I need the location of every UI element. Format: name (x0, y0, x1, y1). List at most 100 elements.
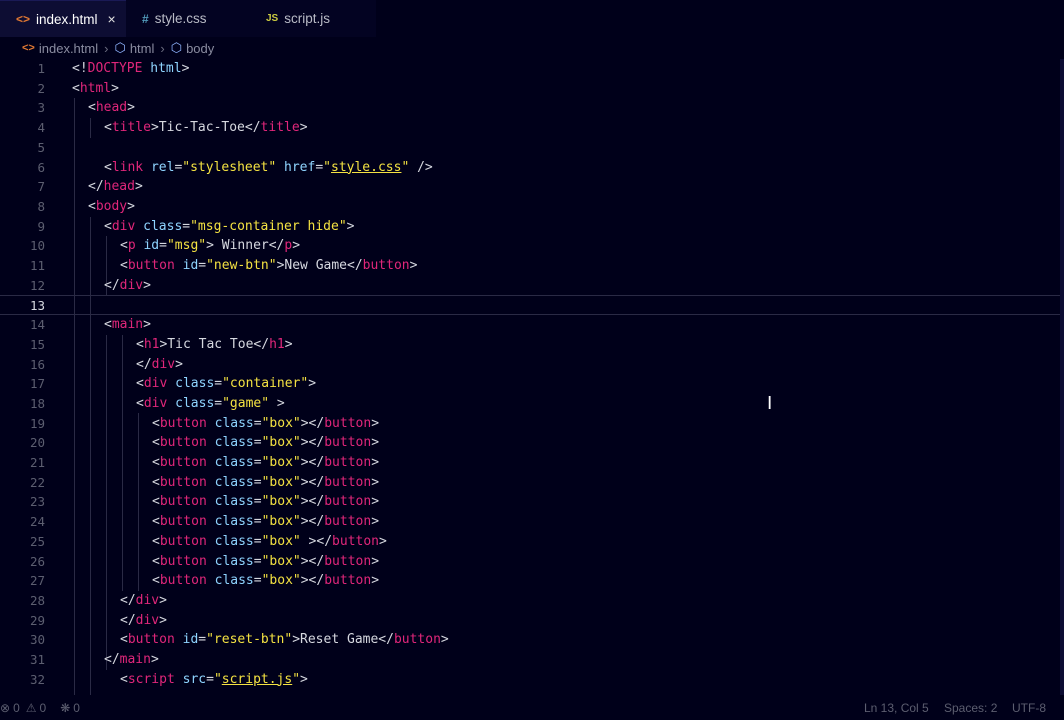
code-text: <button class="box"></button> (152, 455, 380, 470)
code-line: 18 <div class="game" > (0, 394, 1064, 414)
ports-indicator[interactable]: ❋ 0 (60, 701, 80, 715)
line-number: 10 (29, 238, 45, 254)
code-line: 22 <button class="box"></button> (0, 473, 1064, 493)
cursor-position[interactable]: Ln 13, Col 5 (864, 695, 929, 720)
line-number: 13 (29, 298, 45, 314)
code-line: 8 <body> (0, 197, 1064, 217)
tab-bar: <> index.html × # style.css JS script.js (0, 0, 1064, 37)
error-icon: ⊗ (0, 700, 11, 715)
breadcrumb-file[interactable]: index.html (39, 41, 98, 56)
problems-indicator[interactable]: ⊗ 0 ⚠ 0 (0, 701, 46, 715)
cube-icon: ⬡ (114, 40, 126, 55)
code-text: </head> (88, 179, 143, 195)
code-line: 10 <p id="msg"> Winner</p> (0, 236, 1064, 256)
code-text: <button class="box"></button> (152, 573, 380, 589)
code-text: <body> (88, 198, 135, 214)
line-number: 24 (29, 514, 45, 530)
code-line: 11 <button id="new-btn">New Game</button> (0, 256, 1064, 276)
line-number: 30 (29, 632, 45, 648)
code-text: <button class="box"></button> (152, 435, 380, 451)
line-number: 16 (29, 356, 45, 372)
tab-label: style.css (154, 11, 207, 26)
line-number: 15 (29, 336, 45, 352)
tab-style-css[interactable]: # style.css (126, 0, 250, 37)
text-cursor-icon: I (767, 393, 773, 414)
warning-icon: ⚠ (25, 700, 37, 715)
close-icon[interactable]: × (108, 11, 116, 27)
line-number: 4 (37, 120, 45, 136)
line-number: 21 (29, 455, 45, 470)
code-line: 16 </div> (0, 355, 1064, 375)
line-number: 31 (29, 652, 45, 667)
line-number: 18 (29, 395, 45, 411)
code-line: 25 <button class="box" ></button> (0, 532, 1064, 552)
code-text: <button class="box"></button> (152, 494, 380, 510)
code-line: 24 <button class="box"></button> (0, 512, 1064, 532)
code-line: 5 (0, 138, 1064, 158)
link-script-js[interactable]: script.js (222, 672, 292, 687)
code-line: 7 </head> (0, 177, 1064, 197)
warning-count: 0 (39, 700, 47, 715)
code-text: <button class="box"></button> (152, 553, 380, 569)
code-text: <div class="container"> (136, 376, 317, 392)
line-number: 1 (37, 61, 45, 76)
line-number: 17 (29, 376, 45, 392)
tab-script-js[interactable]: JS script.js (250, 0, 376, 37)
vertical-scrollbar[interactable] (1060, 59, 1064, 695)
code-text: <button class="box"></button> (152, 415, 380, 431)
code-line: 9 <div class="msg-container hide"> (0, 217, 1064, 237)
code-text: </div> (136, 356, 183, 372)
line-number: 5 (37, 139, 45, 155)
line-number: 27 (29, 573, 45, 589)
code-line: 21 <button class="box"></button> (0, 453, 1064, 473)
line-number: 19 (29, 415, 45, 431)
code-line: 12 </div> (0, 276, 1064, 296)
line-number: 3 (37, 100, 45, 116)
code-text: <div class="msg-container hide"> (104, 218, 355, 234)
chevron-right-icon: › (160, 40, 165, 56)
line-number: 20 (29, 435, 45, 451)
code-text: <h1>Tic Tac Toe</h1> (136, 336, 293, 352)
ports-count: 0 (73, 700, 80, 715)
code-text: <button class="box"></button> (152, 474, 380, 490)
code-text: <!DOCTYPE html> (72, 61, 190, 76)
code-line: 27 <button class="box"></button> (0, 571, 1064, 591)
code-text: <div class="game" > (136, 395, 285, 411)
chevron-right-icon: › (104, 40, 109, 56)
code-text: <button id="new-btn">New Game</button> (120, 258, 418, 273)
line-number: 32 (29, 671, 45, 687)
code-line: 17 <div class="container"> (0, 374, 1064, 394)
code-line: 26 <button class="box"></button> (0, 552, 1064, 572)
html-file-icon: <> (22, 42, 35, 54)
indentation-setting[interactable]: Spaces: 2 (944, 695, 997, 720)
cube-icon: ⬡ (170, 40, 183, 55)
code-line: 2 <html> (0, 79, 1064, 99)
tab-index-html[interactable]: <> index.html × (0, 0, 126, 37)
line-number: 12 (29, 277, 45, 293)
tab-label: script.js (284, 11, 330, 26)
code-line: 15 <h1>Tic Tac Toe</h1> (0, 335, 1064, 355)
code-line: 1 <!DOCTYPE html> (0, 59, 1064, 79)
line-number: 26 (29, 553, 45, 569)
link-style-css[interactable]: style.css (331, 160, 401, 175)
code-text: </main> (104, 652, 159, 667)
line-number: 9 (37, 218, 45, 234)
breadcrumb-body: body (186, 40, 215, 56)
line-number: 29 (29, 612, 45, 628)
code-line: 3 <head> (0, 98, 1064, 118)
error-count: 0 (13, 700, 20, 715)
tab-label: index.html (36, 11, 98, 27)
code-text: <button class="box"></button> (152, 514, 380, 530)
code-line: 14 <main> (0, 315, 1064, 335)
code-text: <button class="box" ></button> (152, 533, 387, 549)
code-text: <html> (72, 80, 119, 96)
breadcrumb-html[interactable]: html (130, 41, 155, 56)
code-line: 23 <button class="box"></button> (0, 492, 1064, 512)
encoding-setting[interactable]: UTF-8 (1012, 695, 1046, 720)
current-line: 13 (0, 295, 1064, 316)
code-text: <button id="reset-btn">Reset Game</butto… (120, 632, 449, 648)
code-text: <title>Tic-Tac-Toe</title> (104, 120, 308, 136)
code-line: 20 <button class="box"></button> (0, 433, 1064, 453)
code-editor[interactable]: 1 <!DOCTYPE html> 2 <html> 3 <head> 4 <title… (0, 59, 1064, 695)
line-number: 23 (29, 494, 45, 510)
